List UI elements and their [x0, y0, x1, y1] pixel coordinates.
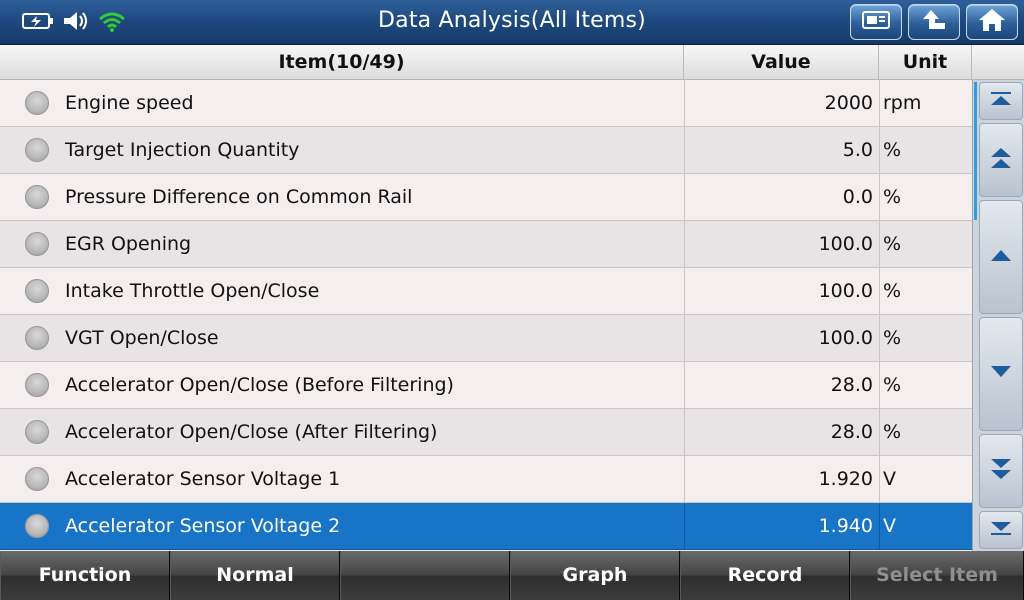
top-buttons: [850, 4, 1018, 40]
row-value: 5.0: [684, 127, 879, 173]
scroll-up-button[interactable]: [979, 200, 1023, 314]
scroll-down-button[interactable]: [979, 317, 1023, 431]
up-arrow-icon: [988, 247, 1014, 267]
row-unit: rpm: [879, 80, 972, 126]
radio-icon[interactable]: [25, 420, 49, 444]
page-down-button[interactable]: [979, 434, 1023, 508]
scroll-top-button[interactable]: [979, 82, 1023, 120]
row-value: 100.0: [684, 221, 879, 267]
scrollbar-thumb[interactable]: [974, 82, 977, 220]
radio-icon[interactable]: [25, 185, 49, 209]
home-icon: [977, 7, 1007, 37]
radio-icon[interactable]: [25, 232, 49, 256]
table-row[interactable]: Accelerator Open/Close (After Filtering)…: [0, 409, 972, 456]
home-button[interactable]: [966, 4, 1018, 40]
row-name: Accelerator Sensor Voltage 2: [65, 515, 341, 537]
row-value: 28.0: [684, 362, 879, 408]
page-down-icon: [988, 456, 1014, 486]
row-name: Pressure Difference on Common Rail: [65, 186, 413, 208]
table-row[interactable]: Accelerator Sensor Voltage 1 1.920 V: [0, 456, 972, 503]
table-row-selected[interactable]: Accelerator Sensor Voltage 2 1.940 V: [0, 503, 972, 550]
normal-button[interactable]: Normal: [170, 551, 340, 600]
data-table: Item(10/49) Value Unit Engine speed 2000…: [0, 45, 1024, 551]
row-name: Target Injection Quantity: [65, 139, 300, 161]
row-unit: %: [879, 127, 972, 173]
record-button[interactable]: Record: [680, 551, 850, 600]
radio-icon[interactable]: [25, 279, 49, 303]
scroll-top-icon: [988, 91, 1014, 111]
row-name: VGT Open/Close: [65, 327, 219, 349]
row-unit: V: [879, 456, 972, 502]
radio-icon[interactable]: [25, 138, 49, 162]
radio-icon[interactable]: [25, 514, 49, 538]
select-item-button[interactable]: Select Item: [850, 551, 1024, 600]
radio-icon[interactable]: [25, 91, 49, 115]
down-arrow-icon: [988, 364, 1014, 384]
row-value: 2000: [684, 80, 879, 126]
report-icon: [861, 9, 891, 35]
scroll-bottom-button[interactable]: [979, 511, 1023, 549]
row-value: 0.0: [684, 174, 879, 220]
table-row[interactable]: VGT Open/Close 100.0 %: [0, 315, 972, 362]
column-header-item: Item(10/49): [0, 45, 684, 80]
table-row[interactable]: EGR Opening 100.0 %: [0, 221, 972, 268]
title-bar: Data Analysis(All Items): [0, 0, 1024, 45]
row-unit: %: [879, 174, 972, 220]
row-name: Engine speed: [65, 92, 194, 114]
radio-icon[interactable]: [25, 373, 49, 397]
bottom-toolbar: Function Normal Graph Record Select Item: [0, 551, 1024, 600]
row-value: 1.940: [684, 503, 879, 549]
back-arrow-icon: [919, 8, 949, 36]
blank-button[interactable]: [340, 551, 510, 600]
header-corner: [972, 45, 1024, 80]
page-up-button[interactable]: [979, 123, 1023, 197]
row-name: Accelerator Sensor Voltage 1: [65, 468, 341, 490]
row-value: 28.0: [684, 409, 879, 455]
table-header: Item(10/49) Value Unit: [0, 45, 1024, 80]
row-name: Accelerator Open/Close (Before Filtering…: [65, 374, 454, 396]
row-value: 100.0: [684, 268, 879, 314]
row-value: 1.920: [684, 456, 879, 502]
scroll-bottom-icon: [988, 520, 1014, 540]
row-value: 100.0: [684, 315, 879, 361]
row-name: Intake Throttle Open/Close: [65, 280, 320, 302]
row-unit: %: [879, 315, 972, 361]
column-header-unit: Unit: [879, 45, 972, 80]
row-name: Accelerator Open/Close (After Filtering): [65, 421, 438, 443]
row-unit: %: [879, 362, 972, 408]
column-header-value: Value: [684, 45, 879, 80]
row-unit: %: [879, 221, 972, 267]
back-button[interactable]: [908, 4, 960, 40]
row-name: EGR Opening: [65, 233, 192, 255]
table-row[interactable]: Engine speed 2000 rpm: [0, 80, 972, 127]
radio-icon[interactable]: [25, 326, 49, 350]
radio-icon[interactable]: [25, 467, 49, 491]
row-unit: %: [879, 268, 972, 314]
table-row[interactable]: Accelerator Open/Close (Before Filtering…: [0, 362, 972, 409]
table-row[interactable]: Target Injection Quantity 5.0 %: [0, 127, 972, 174]
graph-button[interactable]: Graph: [510, 551, 680, 600]
page-up-icon: [988, 145, 1014, 175]
row-unit: V: [879, 503, 972, 549]
report-button[interactable]: [850, 4, 902, 40]
function-button[interactable]: Function: [0, 551, 170, 600]
row-unit: %: [879, 409, 972, 455]
table-row[interactable]: Intake Throttle Open/Close 100.0 %: [0, 268, 972, 315]
table-row[interactable]: Pressure Difference on Common Rail 0.0 %: [0, 174, 972, 221]
